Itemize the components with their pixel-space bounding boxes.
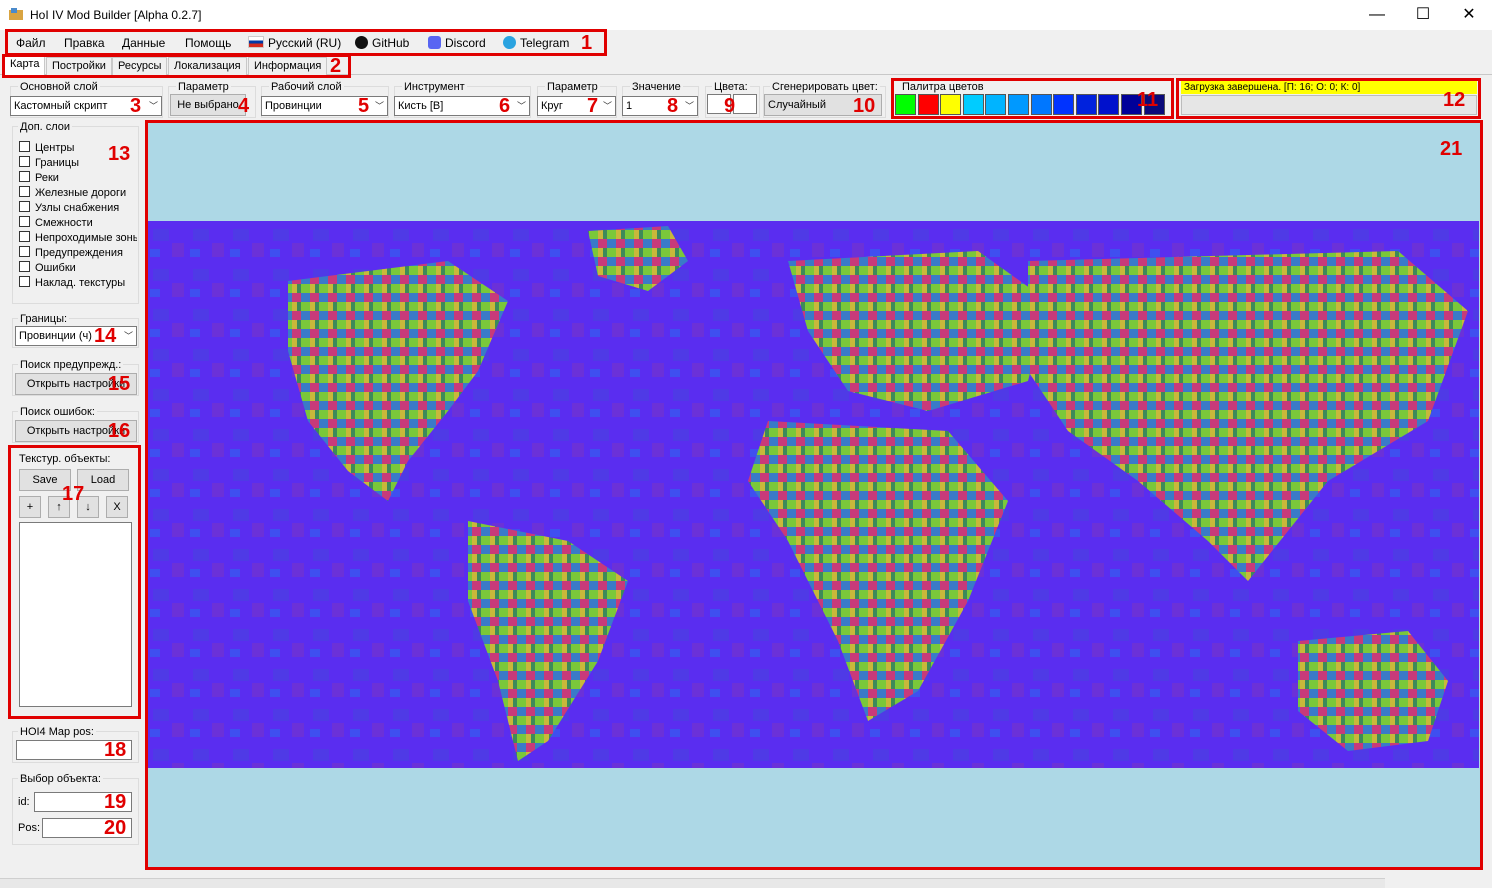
tool-label: Инструмент: [402, 81, 467, 93]
annotation-7: 7: [587, 95, 599, 117]
layer-checkbox[interactable]: [19, 171, 30, 182]
brush-param-select[interactable]: Круг ﹀: [537, 96, 616, 116]
parameter-button[interactable]: Не выбрано: [170, 94, 246, 116]
layer-label: Предупреждения: [35, 247, 123, 259]
borders-select[interactable]: Провинции (ч) ﹀: [15, 326, 137, 346]
layer-label: Наклад. текстуры: [35, 277, 126, 289]
chevron-down-icon: ﹀: [148, 101, 158, 111]
chevron-down-icon: ﹀: [123, 331, 133, 341]
close-button[interactable]: ✕: [1446, 0, 1492, 30]
layer-checkbox-row[interactable]: Предупреждения: [19, 246, 137, 261]
annotation-1: 1: [581, 32, 593, 54]
annotation-18: 18: [104, 739, 127, 761]
brush-param-value: Круг: [541, 100, 563, 112]
layer-checkbox-row[interactable]: Непроходимые зоны: [19, 231, 137, 246]
chevron-down-icon: ﹀: [374, 101, 384, 111]
warnings-label: Поиск предупрежд.:: [18, 359, 124, 371]
object-label: Выбор объекта:: [18, 773, 103, 785]
tool-value: Кисть [B]: [398, 100, 444, 112]
annotation-5: 5: [358, 95, 370, 117]
layer-label: Непроходимые зоны: [35, 232, 137, 244]
annotation-9: 9: [724, 95, 736, 117]
layer-checkbox[interactable]: [19, 276, 30, 287]
layer-label: Центры: [35, 142, 75, 154]
layer-checkbox[interactable]: [19, 246, 30, 257]
secondary-color-swatch[interactable]: [733, 94, 757, 114]
minimize-button[interactable]: —: [1354, 0, 1400, 30]
annotation-box-12: [1176, 78, 1481, 119]
layer-label: Реки: [35, 172, 59, 184]
layer-checkbox[interactable]: [19, 156, 30, 167]
annotation-box-1: [5, 29, 607, 56]
layer-label: Границы: [35, 157, 79, 169]
working-layer-label: Рабочий слой: [269, 81, 344, 93]
annotation-6: 6: [499, 95, 511, 117]
layer-checkbox[interactable]: [19, 261, 30, 272]
annotation-16: 16: [108, 420, 131, 442]
maximize-button[interactable]: ☐: [1400, 0, 1446, 30]
annotation-17: 17: [62, 483, 85, 505]
layer-checkbox-row[interactable]: Железные дороги: [19, 186, 137, 201]
annotation-box-21: [145, 120, 1483, 870]
extra-layers-label: Доп. слои: [18, 121, 73, 133]
value-value: 1: [626, 100, 633, 112]
layer-checkbox-row[interactable]: Узлы снабжения: [19, 201, 137, 216]
layer-checkbox[interactable]: [19, 216, 30, 227]
annotation-21: 21: [1440, 138, 1463, 160]
annotation-11: 11: [1137, 89, 1159, 111]
annotation-13: 13: [108, 143, 131, 165]
title-bar: [0, 0, 1492, 30]
object-id-label: id:: [18, 796, 30, 808]
chevron-down-icon: ﹀: [684, 101, 694, 111]
layer-checkbox-row[interactable]: Смежности: [19, 216, 137, 231]
annotation-box-11: [891, 78, 1174, 119]
value-label: Значение: [630, 81, 683, 93]
gen-color-label: Сгенерировать цвет:: [770, 81, 880, 93]
colors-label: Цвета:: [712, 81, 750, 93]
window-title: HoI IV Mod Builder [Alpha 0.2.7]: [30, 8, 202, 22]
object-pos-label: Pos:: [18, 822, 41, 834]
map-pos-label: HOI4 Map pos:: [18, 726, 96, 738]
annotation-19: 19: [104, 791, 127, 813]
layer-checkbox-row[interactable]: Ошибки: [19, 261, 137, 276]
brush-param-label: Параметр: [545, 81, 600, 93]
annotation-20: 20: [104, 817, 127, 839]
annotation-10: 10: [853, 95, 876, 117]
main-layer-value: Кастомный скрипт: [14, 100, 108, 112]
layer-checkbox-row[interactable]: Наклад. текстуры: [19, 276, 137, 291]
errors-label: Поиск ошибок:: [18, 406, 97, 418]
annotation-box-2: [2, 54, 351, 78]
parameter-label: Параметр: [176, 81, 231, 93]
layer-label: Узлы снабжения: [35, 202, 120, 214]
annotation-2: 2: [330, 55, 342, 77]
annotation-15: 15: [108, 373, 131, 395]
chevron-down-icon: ﹀: [516, 101, 526, 111]
working-layer-value: Провинции: [265, 100, 322, 112]
annotation-8: 8: [667, 95, 679, 117]
layer-checkbox[interactable]: [19, 141, 30, 152]
annotation-3: 3: [130, 95, 142, 117]
borders-label: Границы:: [18, 313, 70, 325]
layer-checkbox[interactable]: [19, 231, 30, 242]
value-select[interactable]: 1 ﹀: [622, 96, 698, 116]
layer-label: Железные дороги: [35, 187, 127, 199]
layer-checkbox[interactable]: [19, 186, 30, 197]
annotation-4: 4: [238, 95, 250, 117]
layer-checkbox[interactable]: [19, 201, 30, 212]
annotation-12: 12: [1443, 89, 1466, 111]
layer-label: Смежности: [35, 217, 93, 229]
annotation-14: 14: [94, 325, 117, 347]
layer-label: Ошибки: [35, 262, 76, 274]
chevron-down-icon: ﹀: [602, 101, 612, 111]
main-layer-label: Основной слой: [18, 81, 100, 93]
app-icon: [9, 8, 23, 20]
layer-checkbox-row[interactable]: Реки: [19, 171, 137, 186]
borders-value: Провинции (ч): [19, 330, 92, 342]
